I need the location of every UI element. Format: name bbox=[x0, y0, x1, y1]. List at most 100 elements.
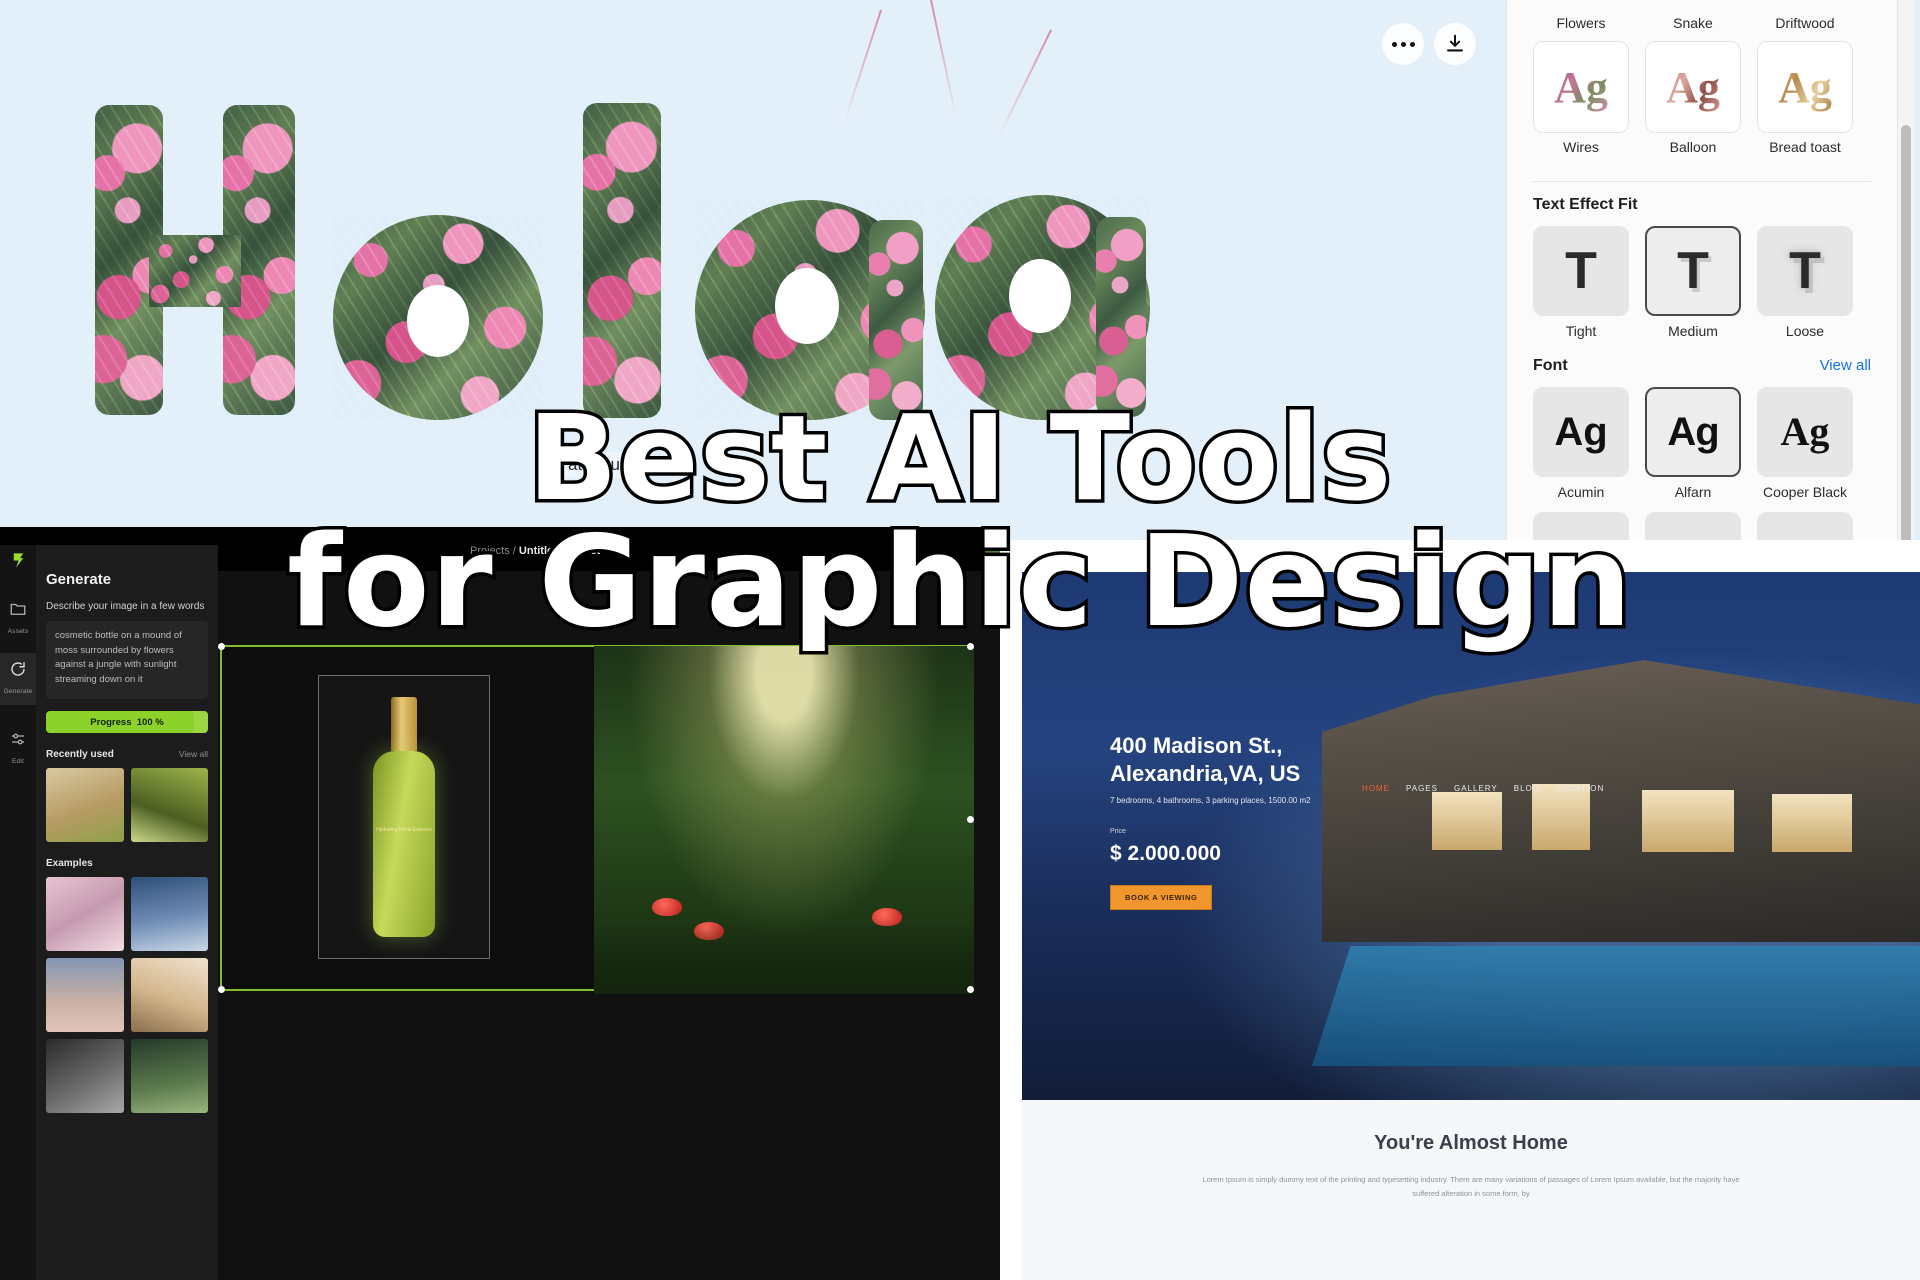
example-thumbnail[interactable] bbox=[46, 958, 124, 1032]
example-thumbnail[interactable] bbox=[46, 877, 124, 951]
effect-thumbnail-balloon[interactable]: Ag bbox=[1645, 41, 1741, 133]
fit-option-loose[interactable]: T Loose bbox=[1757, 226, 1853, 339]
example-thumbnail[interactable] bbox=[130, 1039, 208, 1113]
example-thumbnail[interactable] bbox=[130, 958, 208, 1032]
fit-label: Loose bbox=[1785, 323, 1825, 339]
sidebar-item-generate[interactable]: Generate bbox=[0, 653, 36, 705]
breadcrumb[interactable]: Projects / Untitled Project bbox=[470, 545, 600, 557]
effect-sample-text: Ag bbox=[1554, 62, 1608, 112]
website-hero-section: HOME PAGES GALLERY BLOG LOCATION 400 Mad… bbox=[1022, 572, 1920, 1100]
breadcrumb-parent[interactable]: Projects bbox=[470, 545, 510, 557]
effect-bottom-label: Balloon bbox=[1669, 139, 1717, 155]
font-header: Font View all bbox=[1533, 357, 1871, 375]
recently-used-thumbnail[interactable] bbox=[130, 768, 208, 842]
prompt-input[interactable]: cosmetic bottle on a mound of moss surro… bbox=[46, 621, 208, 699]
screenshot-root: at result? Flowers Ag Wires Snake Ag Bal… bbox=[0, 0, 1920, 1280]
example-thumbnail[interactable] bbox=[46, 1039, 124, 1113]
generate-app-sidebar-rail: Assets Generate Edit bbox=[0, 545, 36, 1280]
font-option-acumin[interactable]: Ag Acumin bbox=[1533, 387, 1629, 500]
house-window bbox=[1432, 792, 1502, 850]
fit-glyph: T bbox=[1677, 242, 1709, 300]
effect-preset-item[interactable]: Flowers Ag Wires bbox=[1533, 9, 1629, 165]
download-icon bbox=[1447, 34, 1463, 52]
panel-title: Generate bbox=[46, 571, 112, 588]
bottle-cap bbox=[391, 697, 417, 751]
fit-option-tight[interactable]: T Tight bbox=[1533, 226, 1629, 339]
examples-header: Examples bbox=[46, 858, 208, 869]
effect-bottom-label: Bread toast bbox=[1769, 139, 1841, 155]
view-all-fonts-link[interactable]: View all bbox=[1820, 357, 1871, 374]
fit-glyph: T bbox=[1565, 242, 1597, 300]
folder-icon bbox=[10, 603, 26, 615]
selection-handle[interactable] bbox=[967, 986, 974, 993]
selection-handle[interactable] bbox=[218, 643, 225, 650]
generate-canvas[interactable]: Hydrating Floral Essence bbox=[218, 571, 1000, 1280]
house-window bbox=[1772, 794, 1852, 852]
fit-glyph: T bbox=[1789, 242, 1821, 300]
effect-preset-item[interactable]: Driftwood Ag Bread toast bbox=[1757, 9, 1853, 165]
canvas-selection-frame[interactable]: Hydrating Floral Essence bbox=[218, 643, 974, 994]
selection-handle[interactable] bbox=[218, 986, 225, 993]
more-options-button[interactable] bbox=[1382, 23, 1424, 65]
floral-hola-artwork[interactable] bbox=[95, 95, 1155, 425]
artwork-letter-a-2 bbox=[935, 195, 1150, 420]
font-label: Acumin bbox=[1557, 484, 1605, 500]
font-option-cooper-black[interactable]: Ag Cooper Black bbox=[1757, 387, 1853, 500]
artwork-letter-h bbox=[95, 105, 295, 415]
recently-used-view-all-link[interactable]: View all bbox=[179, 749, 208, 759]
nav-item-blog[interactable]: BLOG bbox=[1514, 784, 1540, 793]
effect-preset-item[interactable]: Snake Ag Balloon bbox=[1645, 9, 1741, 165]
font-thumbnail[interactable]: Ag bbox=[1533, 387, 1629, 477]
decorative-flower bbox=[652, 898, 682, 916]
effect-thumbnail-bread-toast[interactable]: Ag bbox=[1757, 41, 1853, 133]
fit-thumbnail[interactable]: T bbox=[1533, 226, 1629, 316]
product-label: Hydrating Floral Essence bbox=[376, 827, 432, 833]
sidebar-item-assets[interactable]: Assets bbox=[0, 593, 36, 645]
progress-label: Progress bbox=[90, 716, 132, 728]
font-option-alfarn[interactable]: Ag Alfarn bbox=[1645, 387, 1741, 500]
prompt-label: Describe your image in a few words bbox=[46, 601, 205, 612]
example-thumbnail[interactable] bbox=[130, 877, 208, 951]
nav-item-location[interactable]: LOCATION bbox=[1556, 784, 1604, 793]
price-label: Price bbox=[1110, 828, 1126, 835]
sidebar-item-label: Assets bbox=[7, 628, 29, 635]
avatar[interactable] bbox=[985, 541, 1000, 561]
house-window bbox=[1642, 790, 1734, 852]
effect-top-label: Driftwood bbox=[1775, 15, 1835, 31]
breadcrumb-current: Untitled Project bbox=[518, 545, 601, 557]
selection-handle[interactable] bbox=[967, 643, 974, 650]
fit-option-medium[interactable]: T Medium bbox=[1645, 226, 1741, 339]
property-price: $ 2.000.000 bbox=[1110, 842, 1221, 865]
bottle-body bbox=[373, 751, 435, 937]
firefly-hint-text: at result? bbox=[560, 452, 646, 478]
download-button[interactable] bbox=[1434, 23, 1476, 65]
house-window bbox=[1532, 784, 1590, 850]
sliders-icon bbox=[12, 733, 24, 745]
examples-title: Examples bbox=[46, 858, 93, 869]
progress-bar[interactable]: Progress 100 % bbox=[46, 711, 208, 733]
font-label: Cooper Black bbox=[1762, 484, 1848, 500]
selection-handle[interactable] bbox=[967, 816, 974, 823]
recently-used-title: Recently used bbox=[46, 749, 114, 760]
recently-used-thumbnail[interactable] bbox=[46, 768, 124, 842]
fit-thumbnail-selected[interactable]: T bbox=[1645, 226, 1741, 316]
font-thumbnail[interactable]: Ag bbox=[1757, 387, 1853, 477]
nav-item-gallery[interactable]: GALLERY bbox=[1454, 784, 1498, 793]
fit-thumbnail[interactable]: T bbox=[1757, 226, 1853, 316]
generated-image-right[interactable] bbox=[594, 646, 974, 994]
section-body: Lorem Ipsum is simply dummy text of the … bbox=[1202, 1175, 1740, 1199]
font-label: Alfarn bbox=[1674, 484, 1712, 500]
font-thumbnail-selected[interactable]: Ag bbox=[1645, 387, 1741, 477]
recently-used-grid bbox=[46, 768, 208, 842]
sidebar-item-edit[interactable]: Edit bbox=[0, 723, 36, 775]
firefly-canvas[interactable]: at result? bbox=[0, 0, 1496, 612]
generated-image-left[interactable]: Hydrating Floral Essence bbox=[318, 675, 490, 959]
book-a-viewing-button[interactable]: BOOK A VIEWING bbox=[1110, 885, 1213, 910]
sidebar-item-label: Generate bbox=[3, 688, 33, 695]
real-estate-website-window: HOME PAGES GALLERY BLOG LOCATION 400 Mad… bbox=[1000, 540, 1920, 1280]
property-address: 400 Madison St., Alexandria,VA, US bbox=[1110, 732, 1440, 787]
effect-thumbnail-wires[interactable]: Ag bbox=[1533, 41, 1629, 133]
product-bottle: Hydrating Floral Essence bbox=[373, 697, 435, 937]
effect-bottom-label: Wires bbox=[1563, 139, 1599, 155]
examples-grid bbox=[46, 877, 208, 1113]
